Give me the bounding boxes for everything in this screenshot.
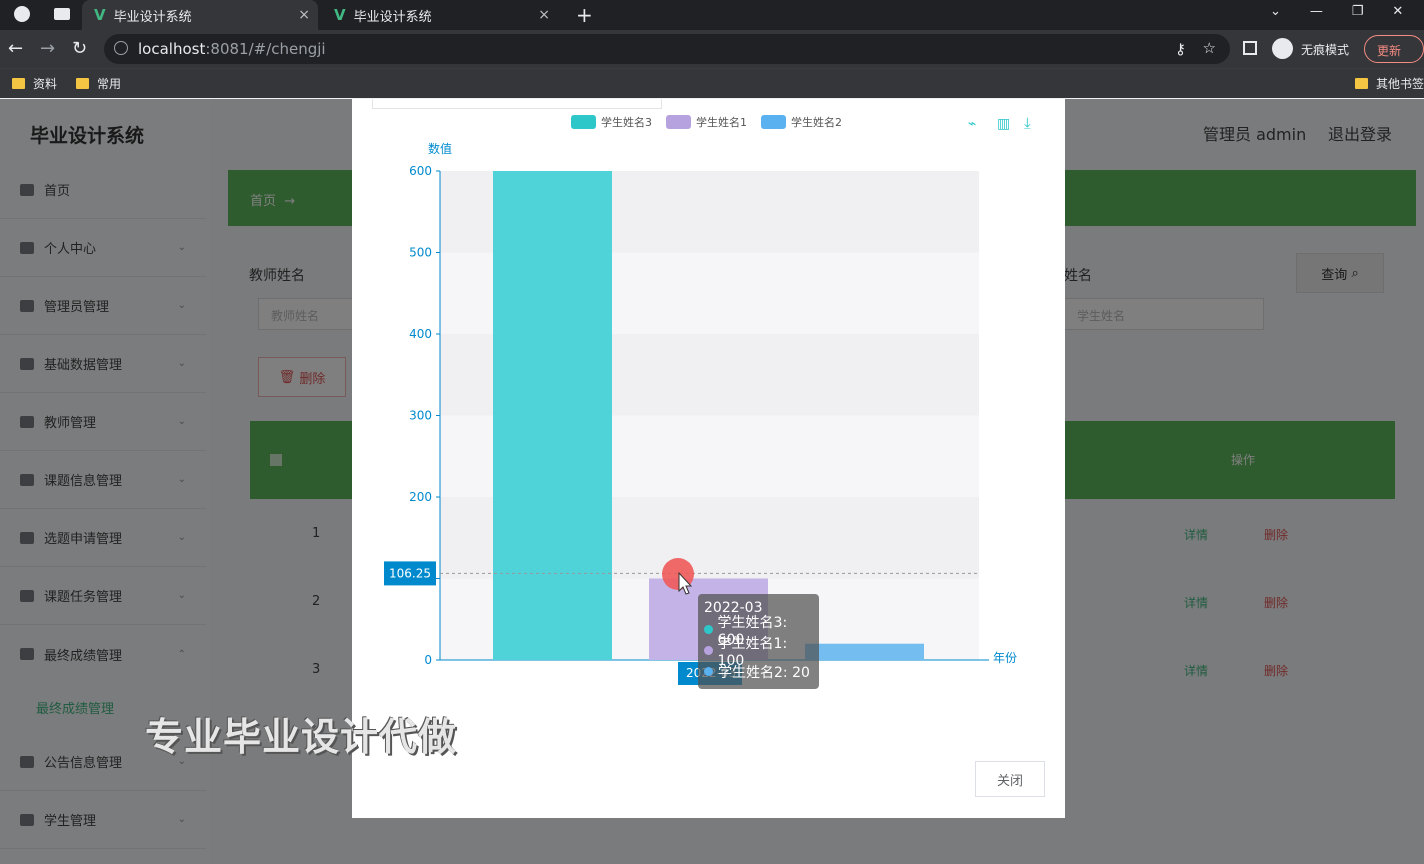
bar xyxy=(805,643,924,660)
tooltip-row: 学生姓名2: 20 xyxy=(704,661,813,682)
reload-icon[interactable]: ↻ xyxy=(72,38,87,59)
new-tab-button[interactable]: + xyxy=(576,3,593,27)
folder-icon xyxy=(12,78,25,89)
key-icon[interactable]: ⚷ xyxy=(1175,40,1186,58)
bookmark-label: 其他书签 xyxy=(1376,77,1424,91)
y-tick-label: 600 xyxy=(409,164,432,178)
bookmark-folder[interactable]: 常用 xyxy=(76,75,121,92)
window-controls[interactable]: ⌄ — ❐ ✕ xyxy=(1270,4,1403,19)
sidepanel-icon[interactable] xyxy=(1243,41,1257,55)
update-button[interactable]: 更新 xyxy=(1364,35,1424,63)
tab-inactive[interactable]: V 毕业设计系统 × xyxy=(322,0,558,30)
y-tick-label: 0 xyxy=(424,653,432,667)
bar xyxy=(493,171,612,660)
vue-logo-icon: V xyxy=(334,6,346,24)
chart-tooltip: 2022-03 学生姓名3: 600 学生姓名1: 100 学生姓名2: 20 xyxy=(698,594,819,689)
tab-title: 毕业设计系统 xyxy=(113,9,192,25)
bookmarks-bar: 资料 常用 其他书签 xyxy=(0,68,1424,98)
chart-dialog: 学生姓名3 学生姓名1 学生姓名2 ⌁ ▥ ⤓ 0 200 300 400 500 600… xyxy=(352,99,1065,818)
vue-logo-icon: V xyxy=(94,6,106,24)
y-axis-title: 数值 xyxy=(428,141,452,156)
url-path: :8081/#/chengji xyxy=(205,40,326,58)
browser-tab-bar: V 毕业设计系统 × V 毕业设计系统 × + ⌄ — ❐ ✕ xyxy=(0,0,1424,30)
back-icon[interactable]: ← xyxy=(8,38,23,59)
close-button[interactable]: 关闭 xyxy=(975,761,1045,797)
folder-icon xyxy=(1355,78,1368,89)
browser-menu-icon[interactable] xyxy=(14,6,30,22)
y-tick-label: 400 xyxy=(409,327,432,341)
incognito-icon xyxy=(1272,38,1293,59)
url-input[interactable]: localhost:8081/#/chengji ⚷ ☆ xyxy=(104,34,1230,64)
url-host: localhost xyxy=(138,40,206,58)
tab-close-icon[interactable]: × xyxy=(538,7,550,23)
bookmark-label: 资料 xyxy=(33,77,58,91)
bookmark-folder[interactable]: 资料 xyxy=(12,75,57,92)
folder-icon xyxy=(76,78,89,89)
x-axis-title: 年份 xyxy=(993,651,1017,665)
tooltip-dot xyxy=(704,646,713,655)
tab-close-icon[interactable]: × xyxy=(298,7,310,23)
forward-icon[interactable]: → xyxy=(40,38,55,59)
tooltip-row: 学生姓名1: 100 xyxy=(704,636,813,669)
y-tick-label: 200 xyxy=(409,490,432,504)
incognito-label: 无痕模式 xyxy=(1301,43,1350,57)
tab-title: 毕业设计系统 xyxy=(353,9,432,25)
star-icon[interactable]: ☆ xyxy=(1203,39,1216,57)
other-bookmarks[interactable]: 其他书签 xyxy=(1355,75,1424,92)
tooltip-row-label: 学生姓名2: 20 xyxy=(718,664,810,681)
tab-active[interactable]: V 毕业设计系统 × xyxy=(82,0,318,30)
tooltip-dot xyxy=(704,667,713,676)
y-tick-label: 300 xyxy=(409,409,432,423)
bookmark-label: 常用 xyxy=(97,77,122,91)
y-tick-label: 500 xyxy=(409,246,432,260)
tooltip-dot xyxy=(704,625,713,634)
watermark-text: 专业毕业设计代做 xyxy=(145,715,458,759)
address-bar: ← → ↻ localhost:8081/#/chengji ⚷ ☆ 无痕模式 … xyxy=(0,30,1424,68)
info-icon[interactable] xyxy=(114,41,128,55)
tab-search-icon[interactable] xyxy=(54,8,70,20)
axis-pointer-label: 106.25 xyxy=(389,566,431,580)
